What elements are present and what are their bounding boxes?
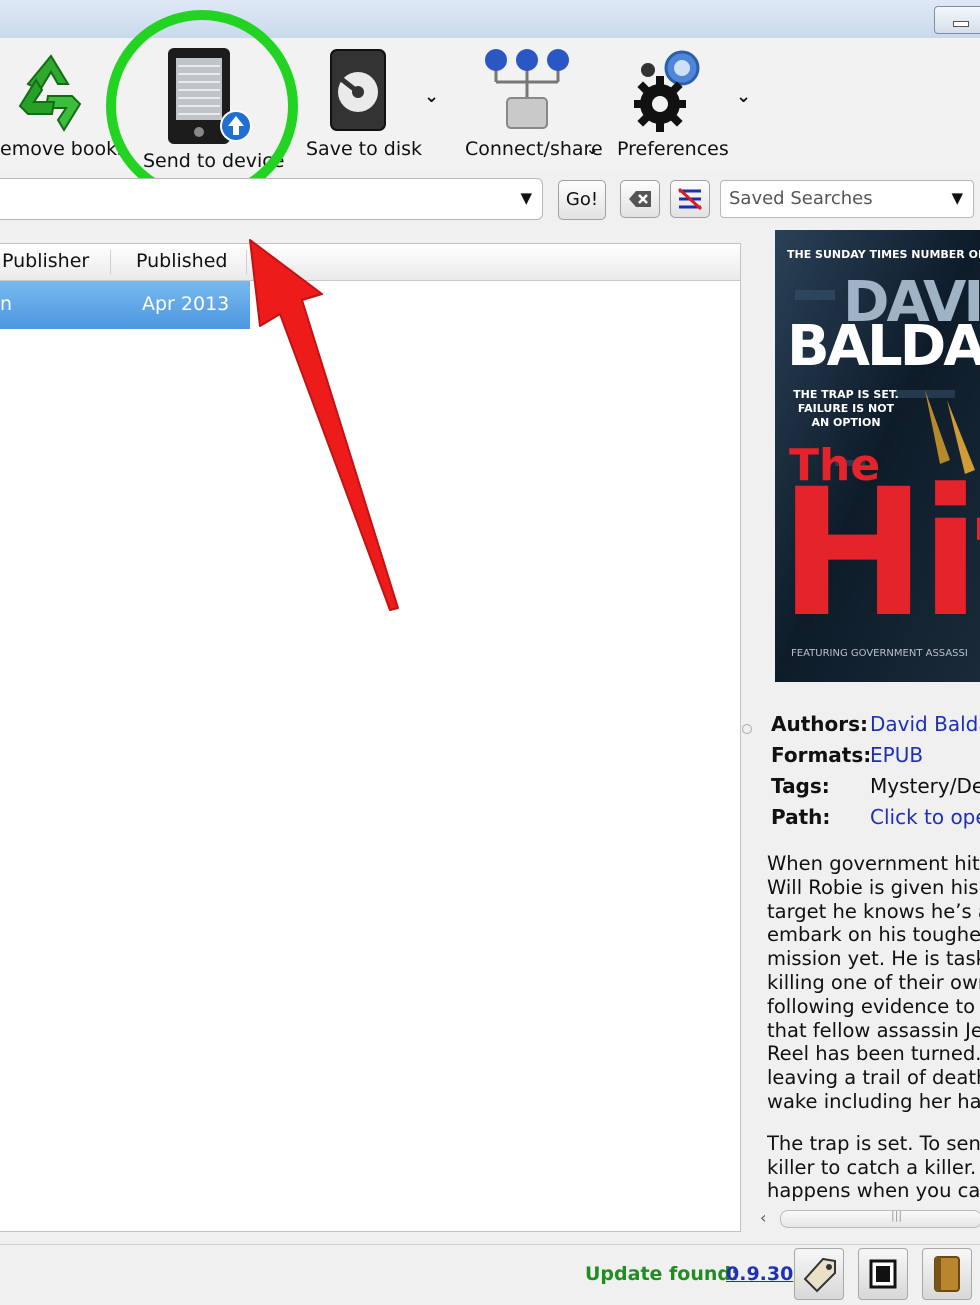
tag-icon — [803, 1257, 836, 1293]
splitter-handle[interactable] — [742, 724, 752, 734]
description-line: happens when you can — [767, 1179, 980, 1203]
highlight-lines-icon — [677, 187, 703, 211]
book-cover-image[interactable]: THE SUNDAY TIMES NUMBER ONE DAVI BALDAC … — [775, 230, 980, 682]
cell-published: Apr 2013 — [142, 293, 230, 315]
cover-footer: FEATURING GOVERNMENT ASSASSI — [791, 648, 968, 659]
scroll-left-arrow-icon[interactable]: ‹ — [760, 1208, 766, 1227]
description-line: The trap is set. To sen — [767, 1131, 980, 1155]
description-line: following evidence to s — [767, 994, 980, 1018]
save-to-disk-dropdown-chevron-icon[interactable]: ⌄ — [424, 86, 439, 107]
minimize-icon — [953, 21, 969, 27]
backspace-icon — [629, 191, 651, 207]
cell-publisher: n — [0, 293, 13, 315]
authors-label: Authors: — [771, 712, 869, 736]
description-line: Reel has been turned. — [767, 1042, 980, 1066]
remove-books-button[interactable]: emove books — [0, 44, 127, 164]
column-header-published[interactable]: Published — [136, 250, 227, 272]
book-icon — [934, 1256, 960, 1292]
grip-icon: ||| — [891, 1209, 903, 1222]
cover-blurb: THE TRAP IS SET. FAILURE IS NOT AN OPTIO… — [793, 388, 899, 429]
book-description: When government hit Will Robie is given h… — [767, 852, 980, 1206]
connect-share-label: Connect/share — [465, 138, 603, 160]
connect-share-chevron-icon: ⌄ — [586, 140, 599, 158]
ereader-device-icon — [168, 48, 252, 144]
description-paragraph: The trap is set. To sen killer to catch a… — [767, 1132, 980, 1203]
column-header-publisher[interactable]: Publisher — [2, 250, 89, 272]
tags-label: Tags: — [771, 774, 830, 798]
connect-share-button[interactable]: Connect/share ⌄ — [460, 44, 603, 164]
description-line: embark on his toughes — [767, 923, 980, 947]
gear-icon — [634, 50, 700, 132]
description-line: mission yet. He is taske — [767, 947, 980, 971]
clear-search-button[interactable] — [620, 180, 660, 218]
send-to-device-label: Send to device — [143, 150, 285, 172]
red-arrow-annotation — [249, 239, 399, 611]
saved-searches-placeholder: Saved Searches — [729, 188, 873, 209]
tag-browser-toggle-button[interactable] — [794, 1248, 844, 1300]
authors-link[interactable]: David Baldac — [870, 712, 980, 736]
description-paragraph: When government hit Will Robie is given h… — [767, 852, 980, 1114]
description-line: killer to catch a killer. B — [767, 1155, 980, 1179]
window-title-bar — [0, 0, 980, 39]
formats-label: Formats: — [771, 743, 872, 767]
table-row[interactable]: n Apr 2013 — [0, 281, 250, 329]
go-button[interactable]: Go! — [558, 180, 606, 220]
network-share-icon — [485, 49, 569, 129]
main-toolbar: emove books Send to device Save to disk … — [0, 38, 980, 172]
cover-grid-icon — [869, 1259, 897, 1289]
horizontal-scrollbar[interactable]: ‹ ||| — [760, 1208, 980, 1230]
preferences-dropdown-chevron-icon[interactable]: ⌄ — [736, 86, 751, 107]
description-line: that fellow assassin Jes — [767, 1018, 980, 1042]
description-line: When government hit — [767, 852, 980, 875]
book-details-toggle-button[interactable] — [922, 1248, 972, 1300]
send-to-device-button[interactable]: Send to device — [130, 40, 284, 172]
description-line: target he knows he’s a — [767, 899, 980, 923]
cover-author-line2: BALDAC — [787, 314, 980, 379]
formats-link[interactable]: EPUB — [870, 743, 923, 767]
cover-browser-toggle-button[interactable] — [858, 1248, 908, 1300]
cover-tagline: THE SUNDAY TIMES NUMBER ONE — [787, 248, 980, 261]
description-line: killing one of their own, — [767, 970, 980, 994]
preferences-button[interactable]: Preferences — [612, 44, 732, 164]
description-line: wake including her han — [767, 1089, 980, 1113]
path-link[interactable]: Click to ope — [870, 805, 980, 829]
remove-books-label: emove books — [0, 138, 128, 160]
save-to-disk-label: Save to disk — [306, 138, 423, 160]
preferences-label: Preferences — [617, 138, 729, 160]
column-separator[interactable] — [110, 250, 111, 274]
disk-icon — [330, 49, 386, 131]
highlight-toggle-button[interactable] — [670, 180, 710, 218]
search-input[interactable]: ▼ — [0, 178, 543, 220]
cover-title-word2: Hit — [779, 451, 980, 656]
search-history-chevron-icon[interactable]: ▼ — [520, 189, 532, 207]
description-line: Will Robie is given his n — [767, 875, 980, 899]
minimize-button[interactable] — [934, 6, 980, 34]
tags-value: Mystery/Det — [870, 774, 980, 798]
save-to-disk-button[interactable]: Save to disk — [300, 44, 423, 164]
update-version-link[interactable]: 0.9.30 — [726, 1263, 793, 1285]
saved-searches-chevron-icon: ▼ — [951, 189, 963, 207]
recycle-icon — [18, 54, 82, 132]
description-line: leaving a trail of death i — [767, 1066, 980, 1090]
scrollbar-thumb[interactable]: ||| — [780, 1209, 980, 1228]
path-label: Path: — [771, 805, 831, 829]
saved-searches-select[interactable]: Saved Searches ▼ — [720, 180, 974, 218]
update-found-label: Update found: — [585, 1263, 739, 1285]
